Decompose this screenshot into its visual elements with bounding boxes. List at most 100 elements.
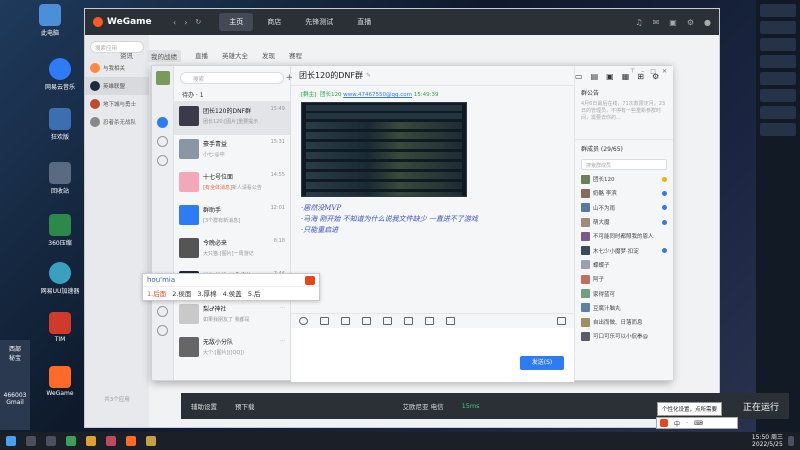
ime-candidate[interactable]: 1.后面 <box>147 288 166 298</box>
sender-link[interactable]: www.47467550@qq.com <box>343 92 412 98</box>
back-icon[interactable]: ‹ <box>173 18 176 27</box>
ime-mode-icon[interactable]: 中 <box>674 419 680 428</box>
screenshot-icon[interactable] <box>383 316 392 325</box>
member-item[interactable]: 阿子 <box>575 272 673 286</box>
running-status[interactable]: 正在运行 <box>743 400 779 413</box>
phone-icon[interactable] <box>404 316 413 325</box>
hexagon-icon[interactable] <box>157 306 168 317</box>
start-icon[interactable] <box>6 436 16 446</box>
edit-icon[interactable]: ✎ <box>366 72 371 79</box>
more-icon[interactable] <box>446 316 455 325</box>
member-item[interactable]: 奶酪 李滨 <box>575 186 673 200</box>
minimize-icon[interactable]: – <box>641 68 644 75</box>
nav-beta[interactable]: 先锋测试 <box>295 13 343 31</box>
desktop-icon-uu[interactable]: 网易UU加速器 <box>38 262 82 295</box>
tab-schedule[interactable]: 赛程 <box>289 50 302 62</box>
keyboard-icon[interactable]: ⌨ <box>694 420 703 427</box>
game-icon[interactable] <box>106 436 116 446</box>
desktop-icon-360zip[interactable]: 360压缩 <box>38 214 82 247</box>
member-item[interactable]: 家得蓝可 <box>575 286 673 300</box>
maximize-icon[interactable]: □ <box>650 68 656 75</box>
member-item[interactable]: 蝶蝶子 <box>575 258 673 272</box>
tab-discover[interactable]: 发现 <box>262 50 275 62</box>
nav-store[interactable]: 商店 <box>257 13 291 31</box>
message-image[interactable] <box>301 102 467 197</box>
folder-icon[interactable]: ▭ <box>575 72 583 81</box>
refresh-icon[interactable]: ↻ <box>195 18 201 26</box>
punctuation-icon[interactable]: · <box>686 420 688 427</box>
shirt-icon[interactable]: ▣ <box>669 18 677 27</box>
message-input[interactable] <box>291 328 574 382</box>
search-icon[interactable] <box>26 436 36 446</box>
desktop-icon-wegame[interactable]: WeGame <box>38 366 82 397</box>
emoji-icon[interactable] <box>299 316 308 325</box>
assist-settings[interactable]: 辅助设置 <box>191 401 217 411</box>
desktop-icon-app[interactable]: 狂欢版 <box>38 108 82 141</box>
avatar[interactable]: ● <box>704 18 711 27</box>
member-item[interactable]: 团长120 <box>575 172 673 186</box>
pre-download[interactable]: 预下载 <box>235 401 255 411</box>
sidebar-item-lol[interactable]: 英雄联盟 <box>85 77 149 95</box>
browser-icon[interactable] <box>66 436 76 446</box>
todo-count[interactable]: 待办 · 1 <box>174 88 290 102</box>
photo-icon[interactable]: ▣ <box>606 72 614 81</box>
ime-candidate[interactable]: 2.侯面 <box>172 288 191 298</box>
conversation-item[interactable]: 无敌小分队 大个:[图片]([QQ])... <box>174 333 290 366</box>
tab-news[interactable]: 资讯 <box>120 50 133 62</box>
contacts-icon[interactable] <box>157 136 168 147</box>
member-item[interactable]: 豆腐汁脑丸 <box>575 301 673 315</box>
sidebar-item-dnf[interactable]: 地下城与勇士 <box>85 95 149 113</box>
chat-search-input[interactable]: 搜索 + <box>180 72 293 84</box>
tab-heroes[interactable]: 英雄大全 <box>222 50 248 62</box>
wegame-taskbar-icon[interactable] <box>126 436 136 446</box>
scissors-icon[interactable] <box>320 316 329 325</box>
conversation-item[interactable]: 群助手 [3个群有新消息] 12:01 <box>174 201 290 234</box>
member-item[interactable]: 萌大魔 <box>575 215 673 229</box>
cloud-icon[interactable] <box>157 155 168 166</box>
ime-candidate[interactable]: 4.侯盖 <box>223 288 242 298</box>
message-tab-icon[interactable] <box>157 117 168 128</box>
explorer-icon[interactable] <box>86 436 96 446</box>
conversation-item[interactable]: 梨♂神社 如果我朋友了 我都是... <box>174 300 290 333</box>
conversation-item[interactable]: 十七号位面 [有全体消息]新人请看公告 14:55 <box>174 168 290 201</box>
send-button[interactable]: 发送(S) <box>520 356 564 370</box>
nav-live[interactable]: 直播 <box>347 13 381 31</box>
task-view-icon[interactable] <box>46 436 56 446</box>
member-item[interactable]: 木七少小魔梦·扣淀 <box>575 243 673 257</box>
conversation-item[interactable]: 团长120的DNF群 团长120:[图片]重要提示 15:49 <box>174 102 290 135</box>
folder-icon[interactable] <box>362 316 371 325</box>
book-icon[interactable]: ▤ <box>591 72 599 81</box>
server-region[interactable]: 艾欧尼亚 电信 <box>403 401 444 411</box>
sogou-icon[interactable] <box>660 419 668 427</box>
ime-candidate[interactable]: 5.后 <box>248 288 261 298</box>
sender-name[interactable]: 团长120 <box>320 92 342 98</box>
nav-home[interactable]: 主页 <box>219 13 254 31</box>
menu-icon[interactable] <box>157 325 168 336</box>
history-icon[interactable] <box>557 316 566 325</box>
member-item[interactable]: 可口可乐可以小侃拳@ <box>575 329 673 343</box>
notice-title[interactable]: 群公告 <box>575 86 673 99</box>
conversation-item[interactable]: 豪手青益 小七:@中 15:31 <box>174 135 290 168</box>
clock[interactable]: 15:50 周三 2022/5/25 <box>752 434 783 448</box>
desktop-icon-tim[interactable]: TIM <box>38 312 82 343</box>
tab-live[interactable]: 直播 <box>195 50 208 62</box>
message-icon[interactable]: ✉ <box>653 18 660 27</box>
conversation-item[interactable]: 今晚必来 大只猫:[图片]一周游记 8:18 <box>174 234 290 267</box>
notification-icon[interactable] <box>788 436 794 446</box>
my-avatar[interactable] <box>155 71 170 85</box>
sidebar-item-ninja[interactable]: 忍者杀无战队 <box>85 113 149 131</box>
image-icon[interactable] <box>341 316 350 325</box>
tab-my-record[interactable]: 我的战绩 <box>147 50 181 62</box>
headset-icon[interactable]: ♫ <box>635 18 642 27</box>
lol-taskbar-icon[interactable] <box>146 436 156 446</box>
desktop-icon-this-pc[interactable]: 此电脑 <box>28 4 72 37</box>
pin-icon[interactable]: ⊤ <box>630 68 635 75</box>
member-item[interactable]: 山不为雨 <box>575 201 673 215</box>
member-item[interactable]: 自出而做、日落而息 <box>575 315 673 329</box>
member-search-input[interactable]: 搜索群成员 <box>581 159 667 170</box>
close-icon[interactable]: ✕ <box>662 68 667 75</box>
desktop-icon-netease-music[interactable]: 网易云音乐 <box>38 58 82 91</box>
ime-candidate[interactable]: 3.厚棉 <box>197 288 216 298</box>
settings-icon[interactable]: ⚙ <box>687 18 694 27</box>
forward-icon[interactable]: › <box>184 18 187 27</box>
